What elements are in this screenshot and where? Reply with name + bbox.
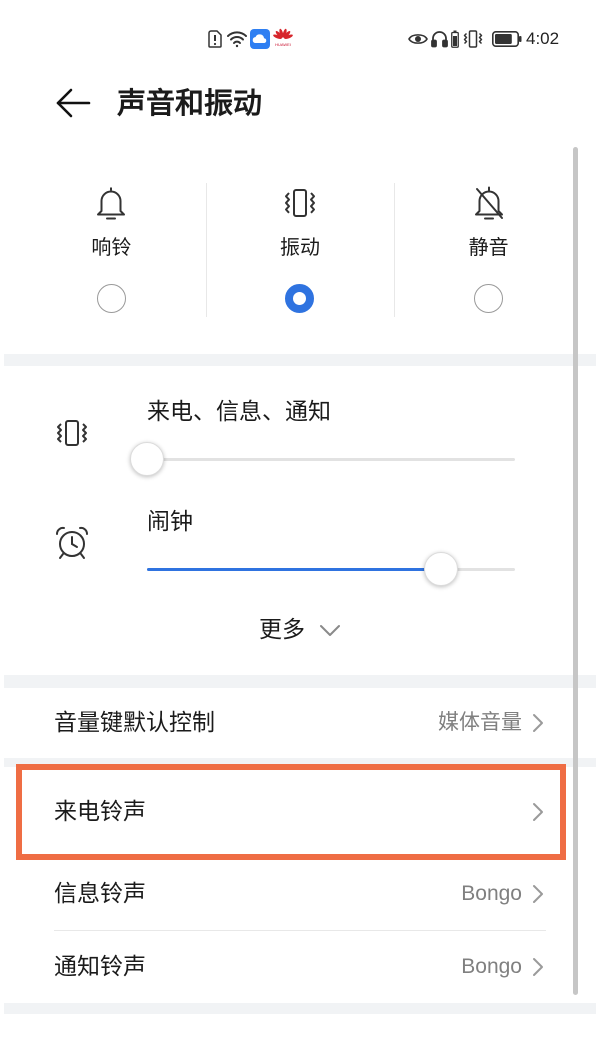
huawei-flower-icon xyxy=(273,28,293,40)
chevron-right-icon xyxy=(533,803,543,821)
vibrate-icon xyxy=(463,30,483,48)
mode-divider xyxy=(394,183,396,317)
row-label: 来电铃声 xyxy=(54,799,146,825)
volume-key-default-row[interactable]: 音量键默认控制 媒体音量 xyxy=(0,688,600,758)
bell-off-icon xyxy=(474,186,503,220)
mode-label-silent: 静音 xyxy=(468,235,509,259)
row-label: 通知铃声 xyxy=(54,954,146,980)
vibrate-icon xyxy=(57,420,87,446)
scrollbar[interactable] xyxy=(573,147,578,995)
vibrate-icon xyxy=(284,189,315,217)
row-value: 媒体音量 xyxy=(438,711,522,734)
huawei-logo-text: HUAWEI xyxy=(275,42,291,47)
row-label: 音量键默认控制 xyxy=(54,710,215,736)
mode-option-ring[interactable]: 响铃 xyxy=(17,165,206,325)
message-ringtone-row[interactable]: 信息铃声 Bongo xyxy=(0,857,600,930)
mode-label-vibrate: 振动 xyxy=(279,235,320,259)
mode-radio-vibrate[interactable] xyxy=(285,284,315,313)
alarm-volume-slider[interactable] xyxy=(147,551,515,587)
more-container: 更多 xyxy=(0,615,600,645)
headphones-icon xyxy=(431,31,448,48)
slider-track[interactable] xyxy=(147,457,515,461)
wifi-icon xyxy=(227,31,247,48)
chevron-right-icon xyxy=(533,958,543,976)
mode-label-ring: 响铃 xyxy=(91,235,132,259)
ringtone-volume-label: 来电、信息、通知 xyxy=(147,399,331,425)
alarm-clock-icon xyxy=(55,526,89,559)
mode-radio-silent[interactable] xyxy=(474,284,504,313)
battery-icon xyxy=(492,31,522,47)
more-label: 更多 xyxy=(259,617,305,643)
mode-option-vibrate[interactable]: 振动 xyxy=(206,165,395,325)
status-time: 4:02 xyxy=(526,29,560,48)
row-label: 信息铃声 xyxy=(54,880,146,907)
cloud-icon xyxy=(250,29,270,49)
mode-option-silent[interactable]: 静音 xyxy=(394,165,583,325)
section-separator xyxy=(4,354,596,366)
huawei-logo: HUAWEI xyxy=(272,28,294,48)
chevron-right-icon xyxy=(533,714,543,732)
page-title: 声音和振动 xyxy=(117,86,263,120)
chevron-down-icon xyxy=(320,625,340,636)
section-separator xyxy=(4,758,596,767)
incoming-call-ringtone-row[interactable]: 来电铃声 xyxy=(0,764,600,860)
row-value: Bongo xyxy=(461,881,522,905)
mode-radio-ring[interactable] xyxy=(96,284,126,313)
more-button[interactable]: 更多 xyxy=(259,615,341,645)
section-separator xyxy=(4,675,596,688)
headphone-battery-icon xyxy=(451,30,459,48)
alarm-volume-label: 闹钟 xyxy=(147,509,193,535)
section-separator xyxy=(4,1003,596,1014)
slider-fill xyxy=(147,567,442,571)
sound-mode-selector: 响铃 振动 静音 xyxy=(17,165,583,325)
ringtone-volume-slider[interactable] xyxy=(130,441,515,477)
slider-thumb[interactable] xyxy=(130,442,164,476)
chevron-right-icon xyxy=(533,884,543,903)
slider-thumb[interactable] xyxy=(424,552,459,586)
mode-divider xyxy=(205,183,207,317)
bell-icon xyxy=(97,187,126,220)
back-arrow-icon[interactable] xyxy=(54,88,92,118)
row-value: Bongo xyxy=(461,955,522,978)
eye-icon xyxy=(408,34,428,44)
sim-alert-icon xyxy=(208,30,222,48)
notification-ringtone-row[interactable]: 通知铃声 Bongo xyxy=(0,931,600,1003)
